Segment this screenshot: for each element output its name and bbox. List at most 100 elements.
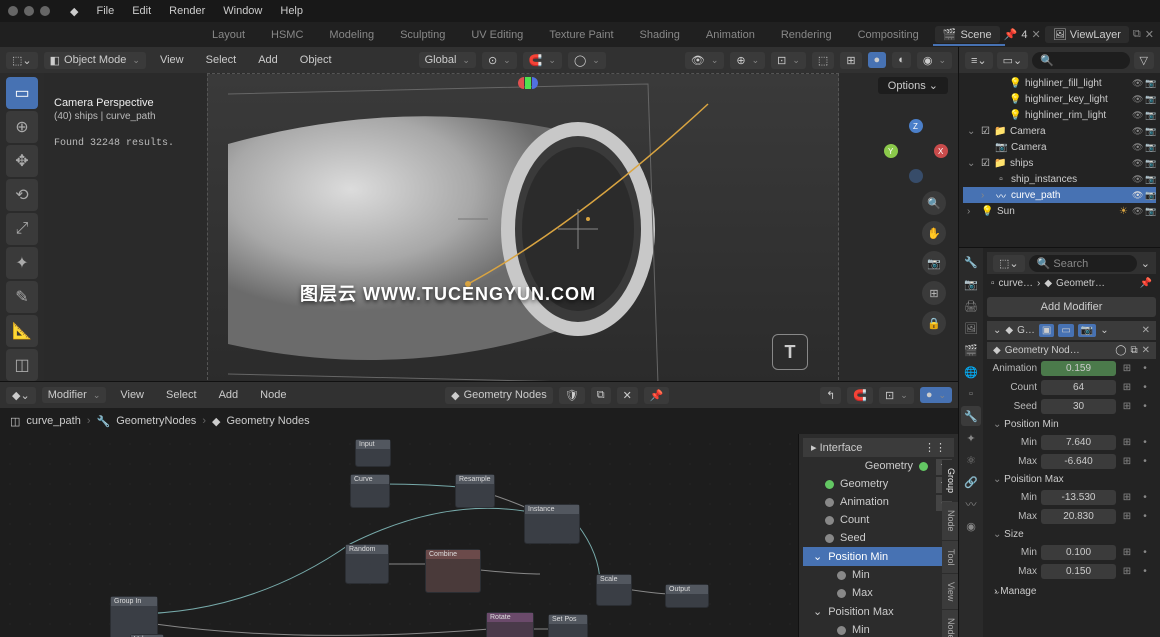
shading-wireframe[interactable]: ⊞	[840, 52, 861, 69]
prop-attr-icon[interactable]: ⊞	[1120, 382, 1134, 393]
xray-toggle[interactable]: ⬚	[812, 52, 834, 69]
interface-input[interactable]: Animation	[803, 493, 954, 511]
editor-type-icon[interactable]: ⬚⌄	[6, 52, 38, 69]
prop-value[interactable]: 7.640	[1041, 435, 1116, 450]
ws-tab[interactable]: HSMC	[259, 25, 315, 45]
view3d-menu-object[interactable]: Object	[292, 52, 340, 68]
prop-attr-icon[interactable]: ⊞	[1120, 547, 1134, 558]
shading-material[interactable]: ◐	[892, 52, 911, 68]
prop-value[interactable]: -13.530	[1041, 490, 1116, 505]
prop-anim-icon[interactable]: •	[1138, 547, 1152, 558]
interface-panel-item[interactable]: ⌄ Poisition Max	[803, 602, 954, 621]
node-menu-node[interactable]: Node	[252, 387, 294, 403]
viewlayer-selector[interactable]: 🖼 ViewLayer	[1045, 26, 1129, 43]
mod-close-icon[interactable]: ✕	[1142, 325, 1150, 336]
display-mode-icon[interactable]: ▭⌄	[997, 52, 1029, 69]
data-tab-icon[interactable]: 〰	[961, 494, 981, 514]
gizmo-y[interactable]: Y	[884, 144, 898, 158]
interface-input[interactable]: Geometry	[803, 475, 954, 493]
perspective-icon[interactable]: ⊞	[922, 281, 946, 305]
prop-value[interactable]: 20.830	[1041, 509, 1116, 524]
unlink-icon[interactable]: ✕	[1142, 345, 1150, 356]
gizmo-neg-z[interactable]	[909, 169, 923, 183]
breadcrumb-item[interactable]: GeometryNodes	[116, 415, 196, 427]
menu-file[interactable]: File	[88, 3, 122, 19]
prop-anim-icon[interactable]: •	[1138, 437, 1152, 448]
breadcrumb-item[interactable]: Geometr…	[1056, 278, 1105, 289]
prop-attr-icon[interactable]: ⊞	[1120, 492, 1134, 503]
interface-input[interactable]: Count	[803, 511, 954, 529]
breadcrumb-item[interactable]: Geometry Nodes	[226, 415, 309, 427]
add-modifier-button[interactable]: Add Modifier	[987, 297, 1156, 317]
prop-value[interactable]: 0.150	[1041, 564, 1116, 579]
interface-input[interactable]: Seed	[803, 529, 954, 547]
sidebar-tab[interactable]: View	[942, 574, 958, 609]
prop-value[interactable]: 0.159	[1041, 361, 1116, 376]
outliner-search[interactable]: 🔍	[1032, 52, 1129, 69]
outliner-row[interactable]: 💡highliner_fill_light👁📷	[963, 75, 1156, 91]
scale-tool[interactable]: ⤢	[6, 213, 38, 245]
unlink-nodetree-icon[interactable]: ✕	[617, 387, 638, 404]
sidebar-tab[interactable]: Node	[942, 502, 958, 540]
node-menu-add[interactable]: Add	[211, 387, 247, 403]
camera-view-icon[interactable]: 📷	[922, 251, 946, 275]
window-controls[interactable]	[8, 6, 50, 16]
ws-tab[interactable]: Layout	[200, 25, 257, 45]
cursor-tool[interactable]: ⊕	[6, 111, 38, 143]
interface-input[interactable]: Min	[803, 621, 954, 637]
mod-realtime-icon[interactable]: ▣	[1039, 324, 1054, 337]
annotate-tool[interactable]: ✎	[6, 281, 38, 313]
interface-output[interactable]: Geometry	[803, 457, 954, 475]
delete-viewlayer-icon[interactable]: ✕	[1145, 28, 1154, 41]
mod-menu-icon[interactable]: ⌄	[1100, 325, 1108, 336]
fake-user-icon[interactable]: 🛡	[559, 387, 585, 404]
sidebar-tab[interactable]: Tool	[942, 541, 958, 574]
measure-tool[interactable]: 📐	[6, 315, 38, 347]
pan-icon[interactable]: ✋	[922, 221, 946, 245]
new-nodetree-icon[interactable]: ⧉	[591, 387, 611, 404]
interface-input[interactable]: Min	[803, 566, 954, 584]
ws-tab[interactable]: Modeling	[317, 25, 386, 45]
panel-menu-icon[interactable]: ⋮⋮	[924, 441, 946, 454]
ws-tab[interactable]: Texture Paint	[537, 25, 625, 45]
editor-type-icon[interactable]: ⬚⌄	[993, 255, 1025, 272]
prop-value[interactable]: -6.640	[1041, 454, 1116, 469]
interface-input[interactable]: Max	[803, 584, 954, 602]
new-scene-icon[interactable]: ✕	[1032, 28, 1041, 41]
mod-render-icon[interactable]: ▭	[1058, 324, 1073, 337]
breadcrumb-item[interactable]: curve_path	[26, 415, 80, 427]
ws-tab[interactable]: Sculpting	[388, 25, 457, 45]
modifier-panel-header[interactable]: ⌄◆ G… ▣ ▭ 📷 ⌄ ✕	[987, 321, 1156, 340]
outliner-tree[interactable]: 💡highliner_fill_light👁📷💡highliner_key_li…	[959, 73, 1160, 221]
view3d-menu-add[interactable]: Add	[250, 52, 286, 68]
material-tab-icon[interactable]: ◉	[961, 516, 981, 536]
prop-group-header[interactable]: Poisition Max	[987, 471, 1156, 488]
editor-type-icon[interactable]: ◆⌄	[6, 387, 36, 404]
prop-attr-icon[interactable]: ⊞	[1120, 437, 1134, 448]
outliner-row[interactable]: 💡highliner_rim_light👁📷	[963, 107, 1156, 123]
gizmo-z[interactable]: Z	[909, 119, 923, 133]
properties-search[interactable]: 🔍 Search	[1029, 255, 1137, 272]
particle-tab-icon[interactable]: ✦	[961, 428, 981, 448]
menu-help[interactable]: Help	[272, 3, 311, 19]
prop-anim-icon[interactable]: •	[1138, 456, 1152, 467]
pin-nodetree-icon[interactable]: 📌	[644, 387, 670, 404]
prop-attr-icon[interactable]: ⊞	[1120, 511, 1134, 522]
overlay-node-icon[interactable]: ⊡	[879, 387, 914, 404]
blender-icon[interactable]: ◆	[62, 3, 86, 20]
mode-dropdown[interactable]: ◧ Object Mode	[44, 52, 146, 69]
prop-attr-icon[interactable]: ⊞	[1120, 456, 1134, 467]
sidebar-tab[interactable]: Group	[942, 460, 958, 501]
parent-tree-icon[interactable]: ↰	[820, 387, 841, 404]
node-tree-type-dropdown[interactable]: Modifier	[42, 387, 107, 403]
sidebar-tab[interactable]: Node Wrangler	[942, 610, 958, 637]
options-dropdown[interactable]: Options ⌄	[878, 77, 948, 94]
outliner-row[interactable]: ›💡Sun☀👁📷	[963, 203, 1156, 219]
zoom-icon[interactable]: 🔍	[922, 191, 946, 215]
shading-node-icon[interactable]: ●	[920, 387, 952, 403]
filter-icon[interactable]: ▽	[1134, 52, 1154, 69]
rgb-orb[interactable]	[518, 77, 538, 89]
new-icon[interactable]: ⧉	[1130, 345, 1137, 356]
viewlayer-tab-icon[interactable]: 🖼	[961, 318, 981, 338]
options-icon[interactable]: ⌄	[1141, 257, 1150, 270]
